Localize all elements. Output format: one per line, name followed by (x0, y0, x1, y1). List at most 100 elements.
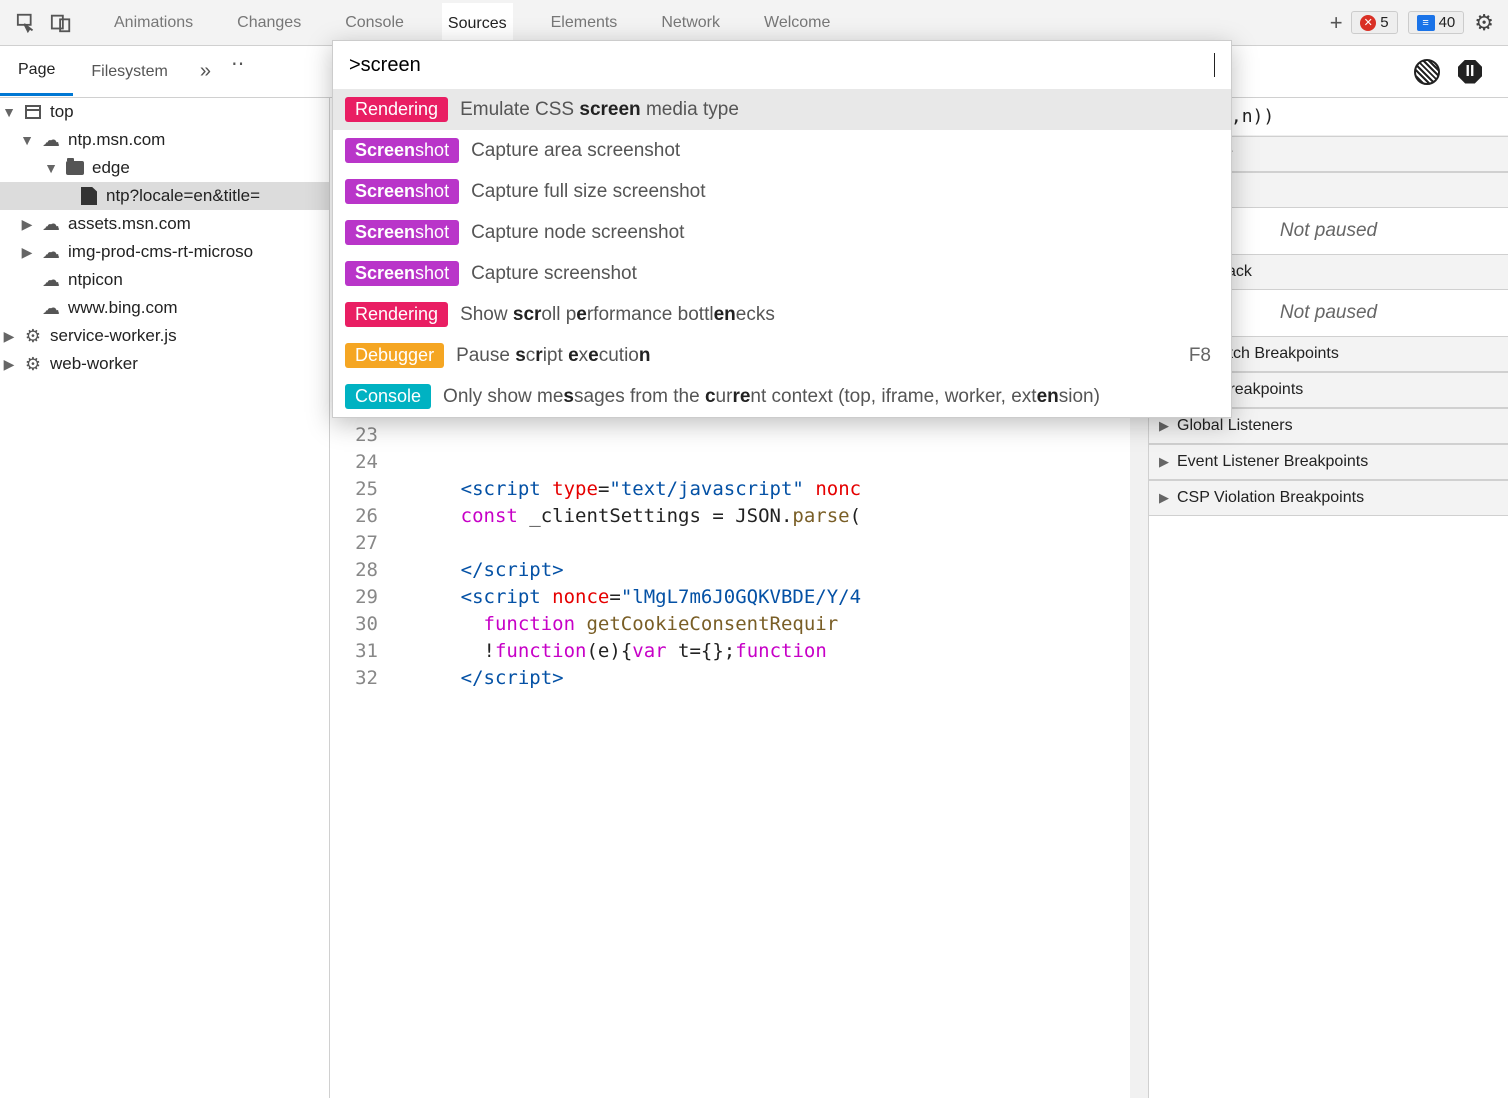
code-line[interactable]: </script> (392, 557, 1148, 584)
tree-label: top (50, 102, 74, 122)
command-menu: RenderingEmulate CSS screen media typeSc… (332, 40, 1232, 418)
line-number[interactable]: 24 (330, 449, 378, 476)
tab-network[interactable]: Network (655, 4, 726, 42)
gear-icon: ⚙ (22, 326, 44, 346)
code-line[interactable]: <script type="text/javascript" nonc (392, 476, 1148, 503)
tree-worker[interactable]: ▶⚙web-worker (0, 350, 329, 378)
inspect-element-icon[interactable] (10, 6, 44, 40)
tree-label: img-prod-cms-rt-microso (68, 242, 253, 262)
tree-label: ntp.msn.com (68, 130, 165, 150)
tree-label: web-worker (50, 354, 138, 374)
top-tabs: Animations Changes Console Sources Elements N… (108, 3, 1321, 43)
code-line[interactable]: </script> (392, 665, 1148, 692)
tree-label: ntpicon (68, 270, 123, 290)
tab-welcome[interactable]: Welcome (758, 4, 836, 42)
command-category-tag: Rendering (345, 97, 448, 122)
tab-changes[interactable]: Changes (231, 4, 307, 42)
panel-csp[interactable]: ▶CSP Violation Breakpoints (1149, 480, 1508, 516)
command-input[interactable] (349, 54, 1213, 77)
text-caret (1214, 53, 1215, 77)
cloud-icon: ☁ (40, 298, 62, 318)
messages-count: 40 (1439, 14, 1456, 31)
code-line[interactable] (392, 422, 1148, 449)
cloud-icon: ☁ (40, 270, 62, 290)
errors-badge[interactable]: ✕5 (1351, 11, 1397, 34)
code-line[interactable]: const _clientSettings = JSON.parse( (392, 503, 1148, 530)
line-number[interactable]: 29 (330, 584, 378, 611)
panel-label: Event Listener Breakpoints (1177, 453, 1368, 471)
command-item[interactable]: ConsoleOnly show messages from the curre… (333, 376, 1231, 417)
tab-elements[interactable]: Elements (545, 4, 624, 42)
tree-domain[interactable]: ▼☁ntp.msn.com (0, 126, 329, 154)
file-icon (81, 187, 97, 205)
tab-page[interactable]: Page (0, 47, 73, 96)
line-number[interactable]: 31 (330, 638, 378, 665)
add-tab-button[interactable]: + (1321, 10, 1351, 36)
command-label: Show scroll performance bottlenecks (460, 304, 1219, 326)
code-line[interactable]: <script nonce="lMgL7m6J0GQKVBDE/Y/4 (392, 584, 1148, 611)
command-item[interactable]: Rendering Show scroll performance bottlen… (333, 294, 1231, 335)
tab-animations[interactable]: Animations (108, 4, 199, 42)
settings-icon[interactable]: ⚙ (1474, 10, 1494, 36)
tree-domain[interactable]: ▶☁assets.msn.com (0, 210, 329, 238)
line-number[interactable]: 32 (330, 665, 378, 692)
error-icon: ✕ (1360, 15, 1376, 31)
panel-label: Global Listeners (1177, 417, 1293, 435)
command-item[interactable]: ScreenshotCapture node screenshot (333, 212, 1231, 253)
line-number[interactable]: 27 (330, 530, 378, 557)
command-label: Capture area screenshot (471, 140, 1219, 162)
pause-icon[interactable]: II (1458, 60, 1482, 84)
folder-icon (66, 161, 84, 175)
tree-worker[interactable]: ▶⚙service-worker.js (0, 322, 329, 350)
command-label: Capture screenshot (471, 263, 1219, 285)
cloud-icon: ☁ (40, 130, 62, 150)
tree-top-frame[interactable]: ▼top (0, 98, 329, 126)
command-category-tag: Debugger (345, 343, 444, 368)
command-item[interactable]: ScreenshotCapture full size screenshot (333, 171, 1231, 212)
navigator-tree: ▼top ▼☁ntp.msn.com ▼edge ntp?locale=en&t… (0, 98, 330, 1098)
command-item[interactable]: DebuggerPause script executionF8 (333, 335, 1231, 376)
tab-sources[interactable]: Sources (442, 3, 513, 43)
device-toolbar-icon[interactable] (44, 6, 78, 40)
tree-folder[interactable]: ▼edge (0, 154, 329, 182)
command-label: Capture full size screenshot (471, 181, 1219, 203)
panel-event[interactable]: ▶Event Listener Breakpoints (1149, 444, 1508, 480)
command-item[interactable]: Screenshot Capture area screenshot (333, 130, 1231, 171)
code-line[interactable] (392, 530, 1148, 557)
command-item[interactable]: Screenshot Capture screenshot (333, 253, 1231, 294)
line-number[interactable]: 28 (330, 557, 378, 584)
command-category-tag: Screenshot (345, 138, 459, 163)
tree-domain[interactable]: ☁ ntpicon (0, 266, 329, 294)
line-number[interactable]: 23 (330, 422, 378, 449)
command-label: Pause script execution (456, 345, 1177, 367)
command-list: RenderingEmulate CSS screen media typeSc… (333, 89, 1231, 417)
command-category-tag: Screenshot (345, 261, 459, 286)
panel-label: CSP Violation Breakpoints (1177, 489, 1364, 507)
command-category-tag: Rendering (345, 302, 448, 327)
more-tabs-icon[interactable]: » (186, 60, 225, 83)
messages-badge[interactable]: ≡40 (1408, 11, 1465, 34)
tree-domain[interactable]: ☁www.bing.com (0, 294, 329, 322)
tree-label: edge (92, 158, 130, 178)
command-label: Emulate CSS screen media type (460, 99, 1219, 121)
errors-count: 5 (1380, 14, 1388, 31)
line-number[interactable]: 25 (330, 476, 378, 503)
tab-console[interactable]: Console (339, 4, 410, 42)
line-number[interactable]: 26 (330, 503, 378, 530)
tree-label: service-worker.js (50, 326, 177, 346)
file-tab-overflow: ‥ (225, 46, 252, 97)
tree-label: ntp?locale=en&title= (106, 186, 260, 206)
code-line[interactable]: function getCookieConsentRequir (392, 611, 1148, 638)
code-line[interactable]: !function(e){var t={};function (392, 638, 1148, 665)
cloud-icon: ☁ (40, 214, 62, 234)
line-number[interactable]: 30 (330, 611, 378, 638)
tab-filesystem[interactable]: Filesystem (73, 49, 185, 95)
frame-icon (25, 105, 41, 119)
cloud-icon: ☁ (40, 242, 62, 262)
tree-file-selected[interactable]: ntp?locale=en&title= (0, 182, 329, 210)
code-line[interactable] (392, 449, 1148, 476)
no-throttling-icon[interactable] (1414, 59, 1440, 85)
command-item[interactable]: Rendering Emulate CSS screen media type (333, 89, 1231, 130)
command-label: Only show messages from the current cont… (443, 386, 1219, 408)
tree-domain[interactable]: ▶☁img-prod-cms-rt-microso (0, 238, 329, 266)
